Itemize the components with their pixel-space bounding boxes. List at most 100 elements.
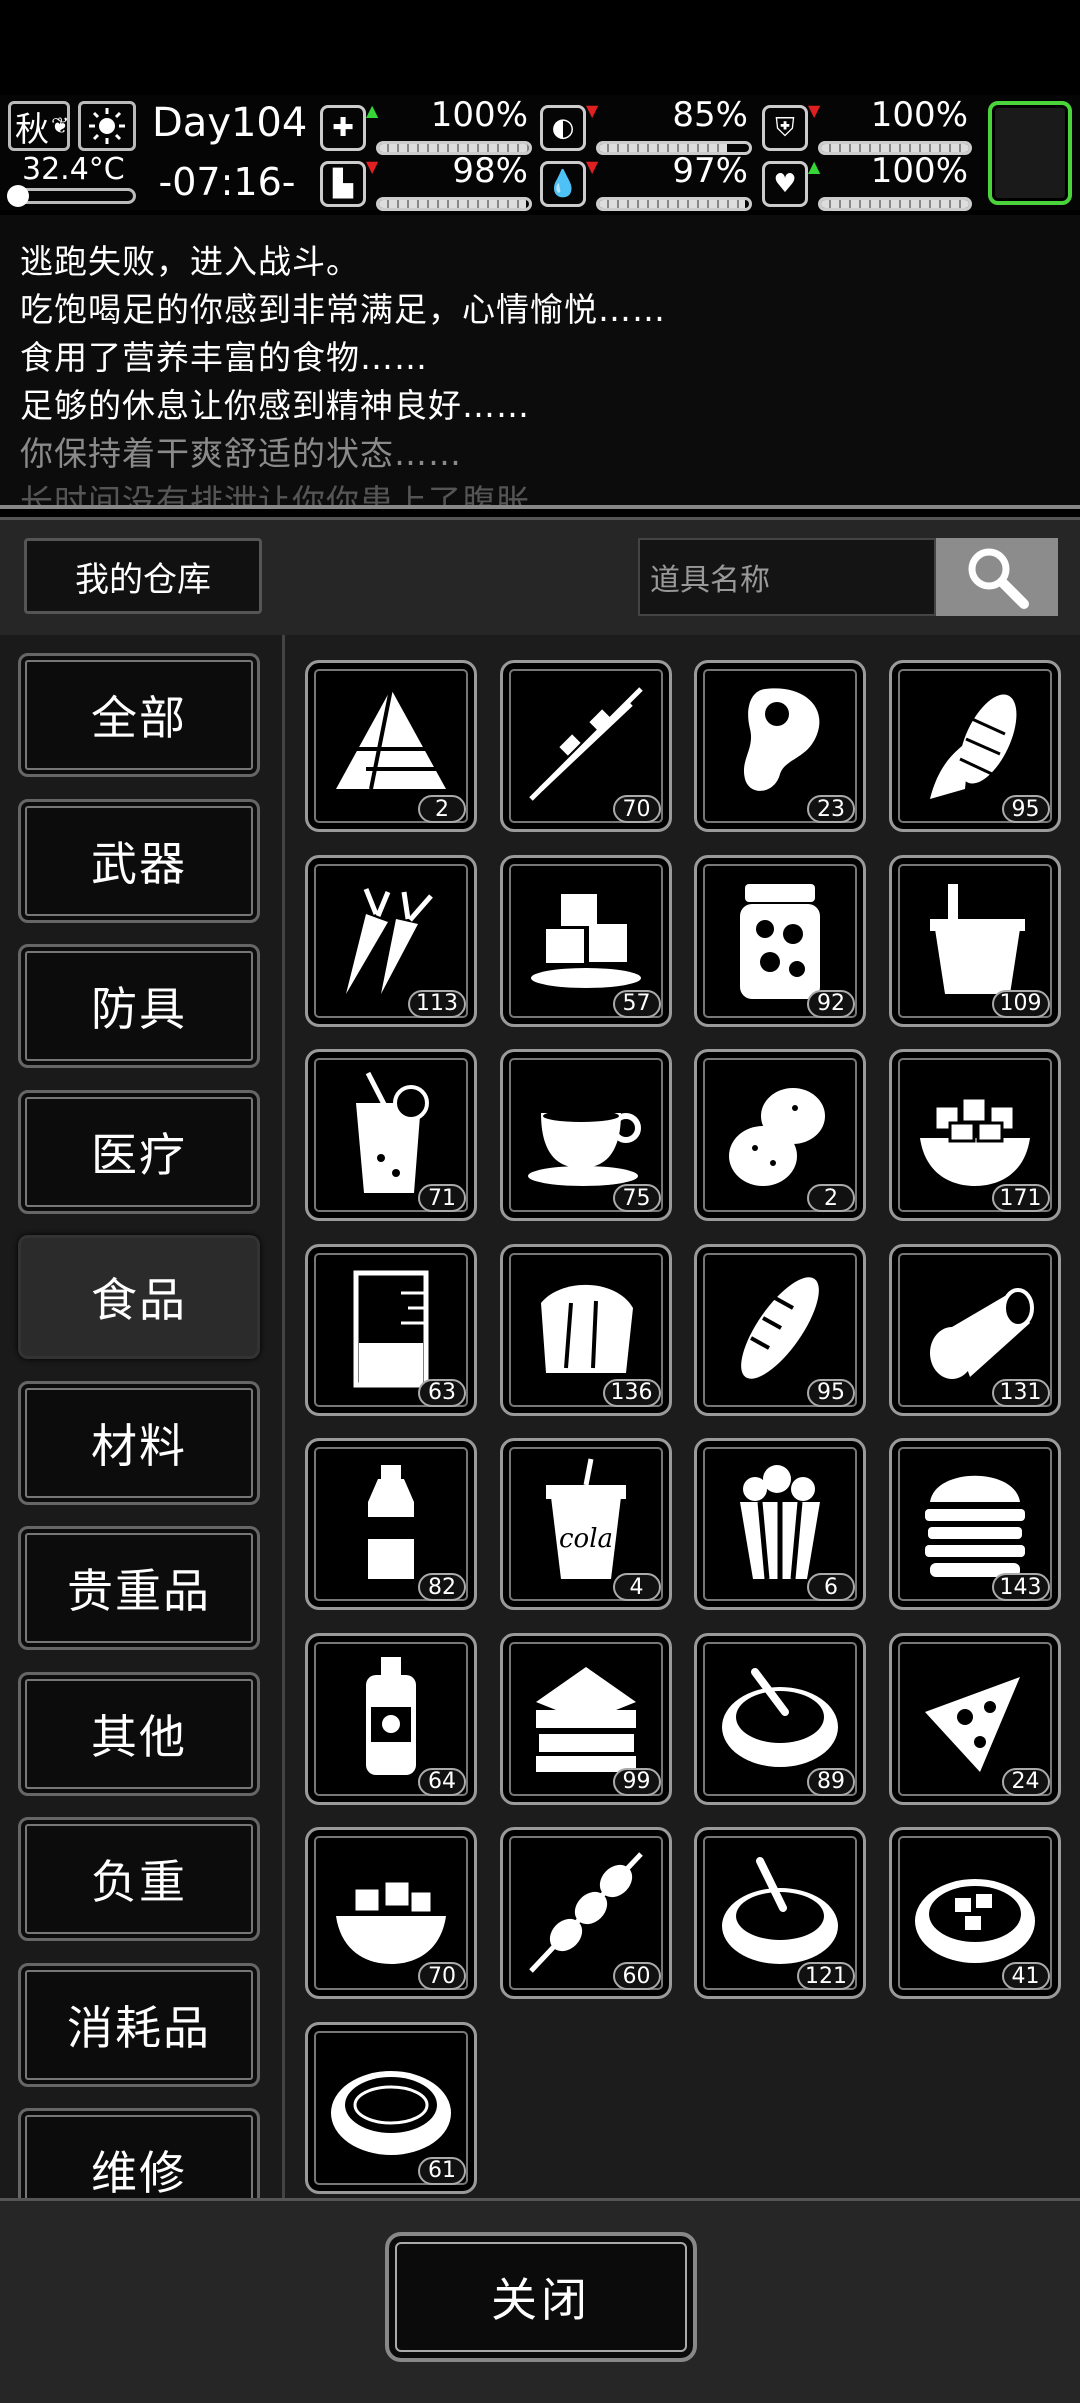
category-tab[interactable]: 贵重品 — [18, 1526, 260, 1650]
log-line: 长时间没有排泄让你你患上了腹胀 — [20, 482, 530, 509]
minimap-button[interactable] — [988, 101, 1072, 205]
category-tab[interactable]: 防具 — [18, 944, 260, 1068]
trend-down-icon: ▼ — [366, 157, 379, 176]
rice-dumpling-icon — [336, 688, 446, 790]
inventory-item[interactable]: 82 — [305, 1438, 477, 1610]
category-tab[interactable]: 负重 — [18, 1817, 260, 1941]
inventory-item[interactable]: 24 — [888, 1632, 1061, 1805]
inventory-item[interactable]: 131 — [888, 1243, 1061, 1416]
item-count-badge: 71 — [418, 1184, 466, 1212]
status-meter: ✚ ▲ 100% — [320, 95, 532, 155]
inventory-item[interactable]: 63 — [305, 1243, 477, 1416]
item-count-badge: 61 — [418, 2156, 466, 2185]
inventory-item[interactable]: 41 — [888, 1827, 1061, 1999]
canned-food-icon — [929, 1287, 1034, 1379]
water-drop-icon: 💧 — [540, 161, 586, 207]
stomach-icon: ◐ — [540, 105, 586, 151]
baguette-icon — [741, 1276, 819, 1379]
inventory-item[interactable]: 113 — [305, 854, 477, 1027]
inventory-item[interactable]: 95 — [694, 1243, 866, 1416]
season-indicator: 秋 ❦ — [8, 101, 70, 151]
category-tab[interactable]: 消耗品 — [18, 1962, 260, 2087]
item-count-badge: 92 — [807, 989, 855, 1018]
category-tab[interactable]: 武器 — [18, 798, 260, 923]
inventory-item[interactable]: 70 — [305, 1827, 477, 1999]
inventory-item[interactable]: 64 — [305, 1632, 477, 1805]
item-search-input[interactable]: 道具名称 — [638, 538, 936, 616]
item-count-badge: 95 — [1001, 795, 1050, 823]
hotpot-icon — [914, 1879, 1035, 1963]
sandwich-icon — [535, 1666, 636, 1772]
inventory-item[interactable]: 95 — [888, 660, 1061, 832]
inventory-item[interactable]: 143 — [888, 1438, 1061, 1610]
log-line: 足够的休息让你感到精神良好…… — [20, 386, 530, 425]
cola-label: cola — [558, 1524, 612, 1554]
bread-roll-icon — [540, 1284, 633, 1373]
item-count-badge: 64 — [418, 1767, 466, 1796]
leaf-icon: ❦ — [51, 113, 70, 139]
inventory-item[interactable]: cola 4 — [499, 1438, 672, 1610]
status-meter: ◐ ▼ 85% — [540, 95, 752, 155]
inventory-item[interactable]: 136 — [499, 1243, 672, 1416]
potato-icon — [729, 1088, 825, 1186]
ice-cubes-icon — [530, 893, 641, 988]
shield-icon: ⛨ — [762, 105, 808, 151]
inventory-item[interactable]: 75 — [499, 1049, 672, 1221]
inventory-item[interactable]: 109 — [888, 854, 1061, 1027]
burger-icon — [924, 1475, 1025, 1577]
inventory-item[interactable]: 6 — [694, 1438, 866, 1610]
trend-up-icon: ▲ — [366, 101, 379, 120]
trend-down-icon: ▼ — [586, 101, 599, 120]
inventory-item[interactable]: 71 — [305, 1049, 477, 1221]
item-count-badge: 75 — [612, 1184, 661, 1212]
message-log: 逃跑失败，进入战斗。 吃饱喝足的你感到非常满足，心情愉悦…… 食用了营养丰富的食… — [0, 215, 1080, 509]
day-counter: Day104 — [152, 100, 308, 146]
food-bowl-icon — [336, 1879, 446, 1964]
item-count-badge: 136 — [602, 1378, 661, 1407]
inventory-item[interactable]: 70 — [499, 660, 672, 832]
item-grid: 2 70 23 95 113 57 92 109 71 75 2 171 63 136 95 131 82 col… — [285, 635, 1080, 2198]
pizza-slice-icon — [924, 1676, 1020, 1772]
item-count-badge: 131 — [991, 1378, 1050, 1407]
item-count-badge: 24 — [1001, 1767, 1050, 1796]
trend-down-icon: ▼ — [808, 101, 821, 120]
stew-pot-icon — [722, 1857, 838, 1964]
inventory-item[interactable]: 61 — [305, 2021, 477, 2194]
trend-down-icon: ▼ — [586, 157, 599, 176]
meter-value: 97% — [672, 151, 748, 191]
meter-bar — [596, 197, 752, 211]
kebab-icon — [528, 1852, 643, 1973]
inventory-item[interactable]: 57 — [499, 854, 672, 1027]
category-tab[interactable]: 材料 — [18, 1380, 260, 1505]
warehouse-tab-button[interactable]: 我的仓库 — [24, 538, 262, 614]
search-button[interactable] — [936, 538, 1058, 616]
inventory-item[interactable]: 99 — [499, 1632, 672, 1805]
inventory-item[interactable]: 23 — [694, 660, 866, 832]
item-count-badge: 99 — [612, 1767, 661, 1796]
inventory-item[interactable]: 92 — [694, 854, 866, 1027]
category-tab[interactable]: 食品 — [18, 1235, 260, 1359]
meter-value: 98% — [452, 151, 528, 191]
inventory-item[interactable]: 121 — [694, 1827, 866, 1999]
category-tab[interactable]: 全部 — [18, 653, 260, 777]
inventory-item[interactable]: 2 — [305, 660, 477, 832]
inventory-item[interactable]: 60 — [499, 1827, 672, 1999]
meter-bar — [818, 197, 972, 211]
category-tab[interactable]: 医疗 — [18, 1089, 260, 1214]
inventory-item[interactable]: 171 — [888, 1049, 1061, 1221]
item-count-badge: 2 — [807, 1184, 855, 1212]
meter-value: 100% — [870, 95, 968, 135]
meter-value: 100% — [870, 151, 968, 191]
category-tab[interactable]: 其他 — [18, 1671, 260, 1796]
corn-icon — [929, 694, 1016, 799]
item-count-badge: 4 — [612, 1573, 661, 1601]
inventory-item[interactable]: 2 — [694, 1049, 866, 1221]
close-button[interactable]: 关闭 — [385, 2232, 697, 2362]
boot-icon: ▙ — [320, 161, 366, 207]
beaker-icon — [353, 1270, 429, 1387]
category-tab[interactable]: 维修 — [18, 2108, 260, 2198]
item-count-badge: 89 — [807, 1767, 855, 1796]
item-count-badge: 95 — [807, 1378, 855, 1407]
inventory-item[interactable]: 89 — [694, 1632, 866, 1805]
status-meter: ♥ ▲ 100% — [762, 151, 972, 211]
